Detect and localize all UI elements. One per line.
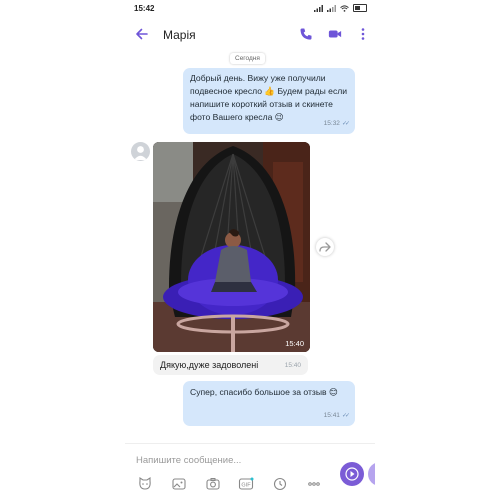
share-forward-icon — [319, 242, 331, 252]
photo-message[interactable]: 15:40 — [153, 142, 310, 352]
chat-screen: 15:42 Марія Сегодня Добрый день. Вижу уж… — [125, 0, 375, 500]
message-list[interactable]: Сегодня Добрый день. Вижу уже получили п… — [125, 0, 375, 500]
message-text: Супер, спасибо большое за отзыв 😊 — [190, 387, 338, 397]
message-bubble-incoming[interactable]: Дякую,дуже задоволені 15:40 — [153, 355, 308, 375]
gif-icon[interactable]: GIF — [238, 476, 254, 492]
read-ticks-icon: ✓✓ — [341, 121, 350, 127]
message-meta: 15:41 ✓✓ — [323, 409, 350, 423]
sticker-cat-icon[interactable] — [137, 476, 153, 492]
hanging-chair-photo — [153, 142, 310, 352]
send-button-edge — [368, 462, 375, 486]
svg-text:GIF: GIF — [241, 483, 251, 489]
message-composer: Напишите сообщение... GIF — [125, 443, 375, 500]
user-silhouette-icon — [134, 146, 147, 160]
read-ticks-icon: ✓✓ — [341, 413, 350, 419]
message-text: Дякую,дуже задоволені — [160, 360, 259, 370]
message-bubble-outgoing[interactable]: Супер, спасибо большое за отзыв 😊 15:41 ✓… — [183, 381, 355, 426]
camera-icon[interactable] — [205, 476, 221, 492]
ellipsis-icon[interactable] — [306, 476, 322, 492]
message-time: 15:41 — [323, 412, 340, 419]
message-meta: 15:32 ✓✓ — [323, 117, 350, 131]
gallery-icon[interactable] — [171, 476, 187, 492]
send-icon — [345, 467, 359, 481]
photo-time: 15:40 — [285, 339, 304, 348]
message-time: 15:32 — [323, 120, 340, 127]
date-divider: Сегодня — [230, 53, 265, 64]
message-input[interactable]: Напишите сообщение... — [136, 455, 241, 466]
send-button[interactable] — [340, 462, 364, 486]
message-bubble-outgoing[interactable]: Добрый день. Вижу уже получили подвесное… — [183, 68, 355, 134]
share-button[interactable] — [316, 238, 334, 256]
message-time: 15:40 — [284, 362, 301, 369]
avatar[interactable] — [131, 142, 150, 161]
clock-icon[interactable] — [272, 476, 288, 492]
